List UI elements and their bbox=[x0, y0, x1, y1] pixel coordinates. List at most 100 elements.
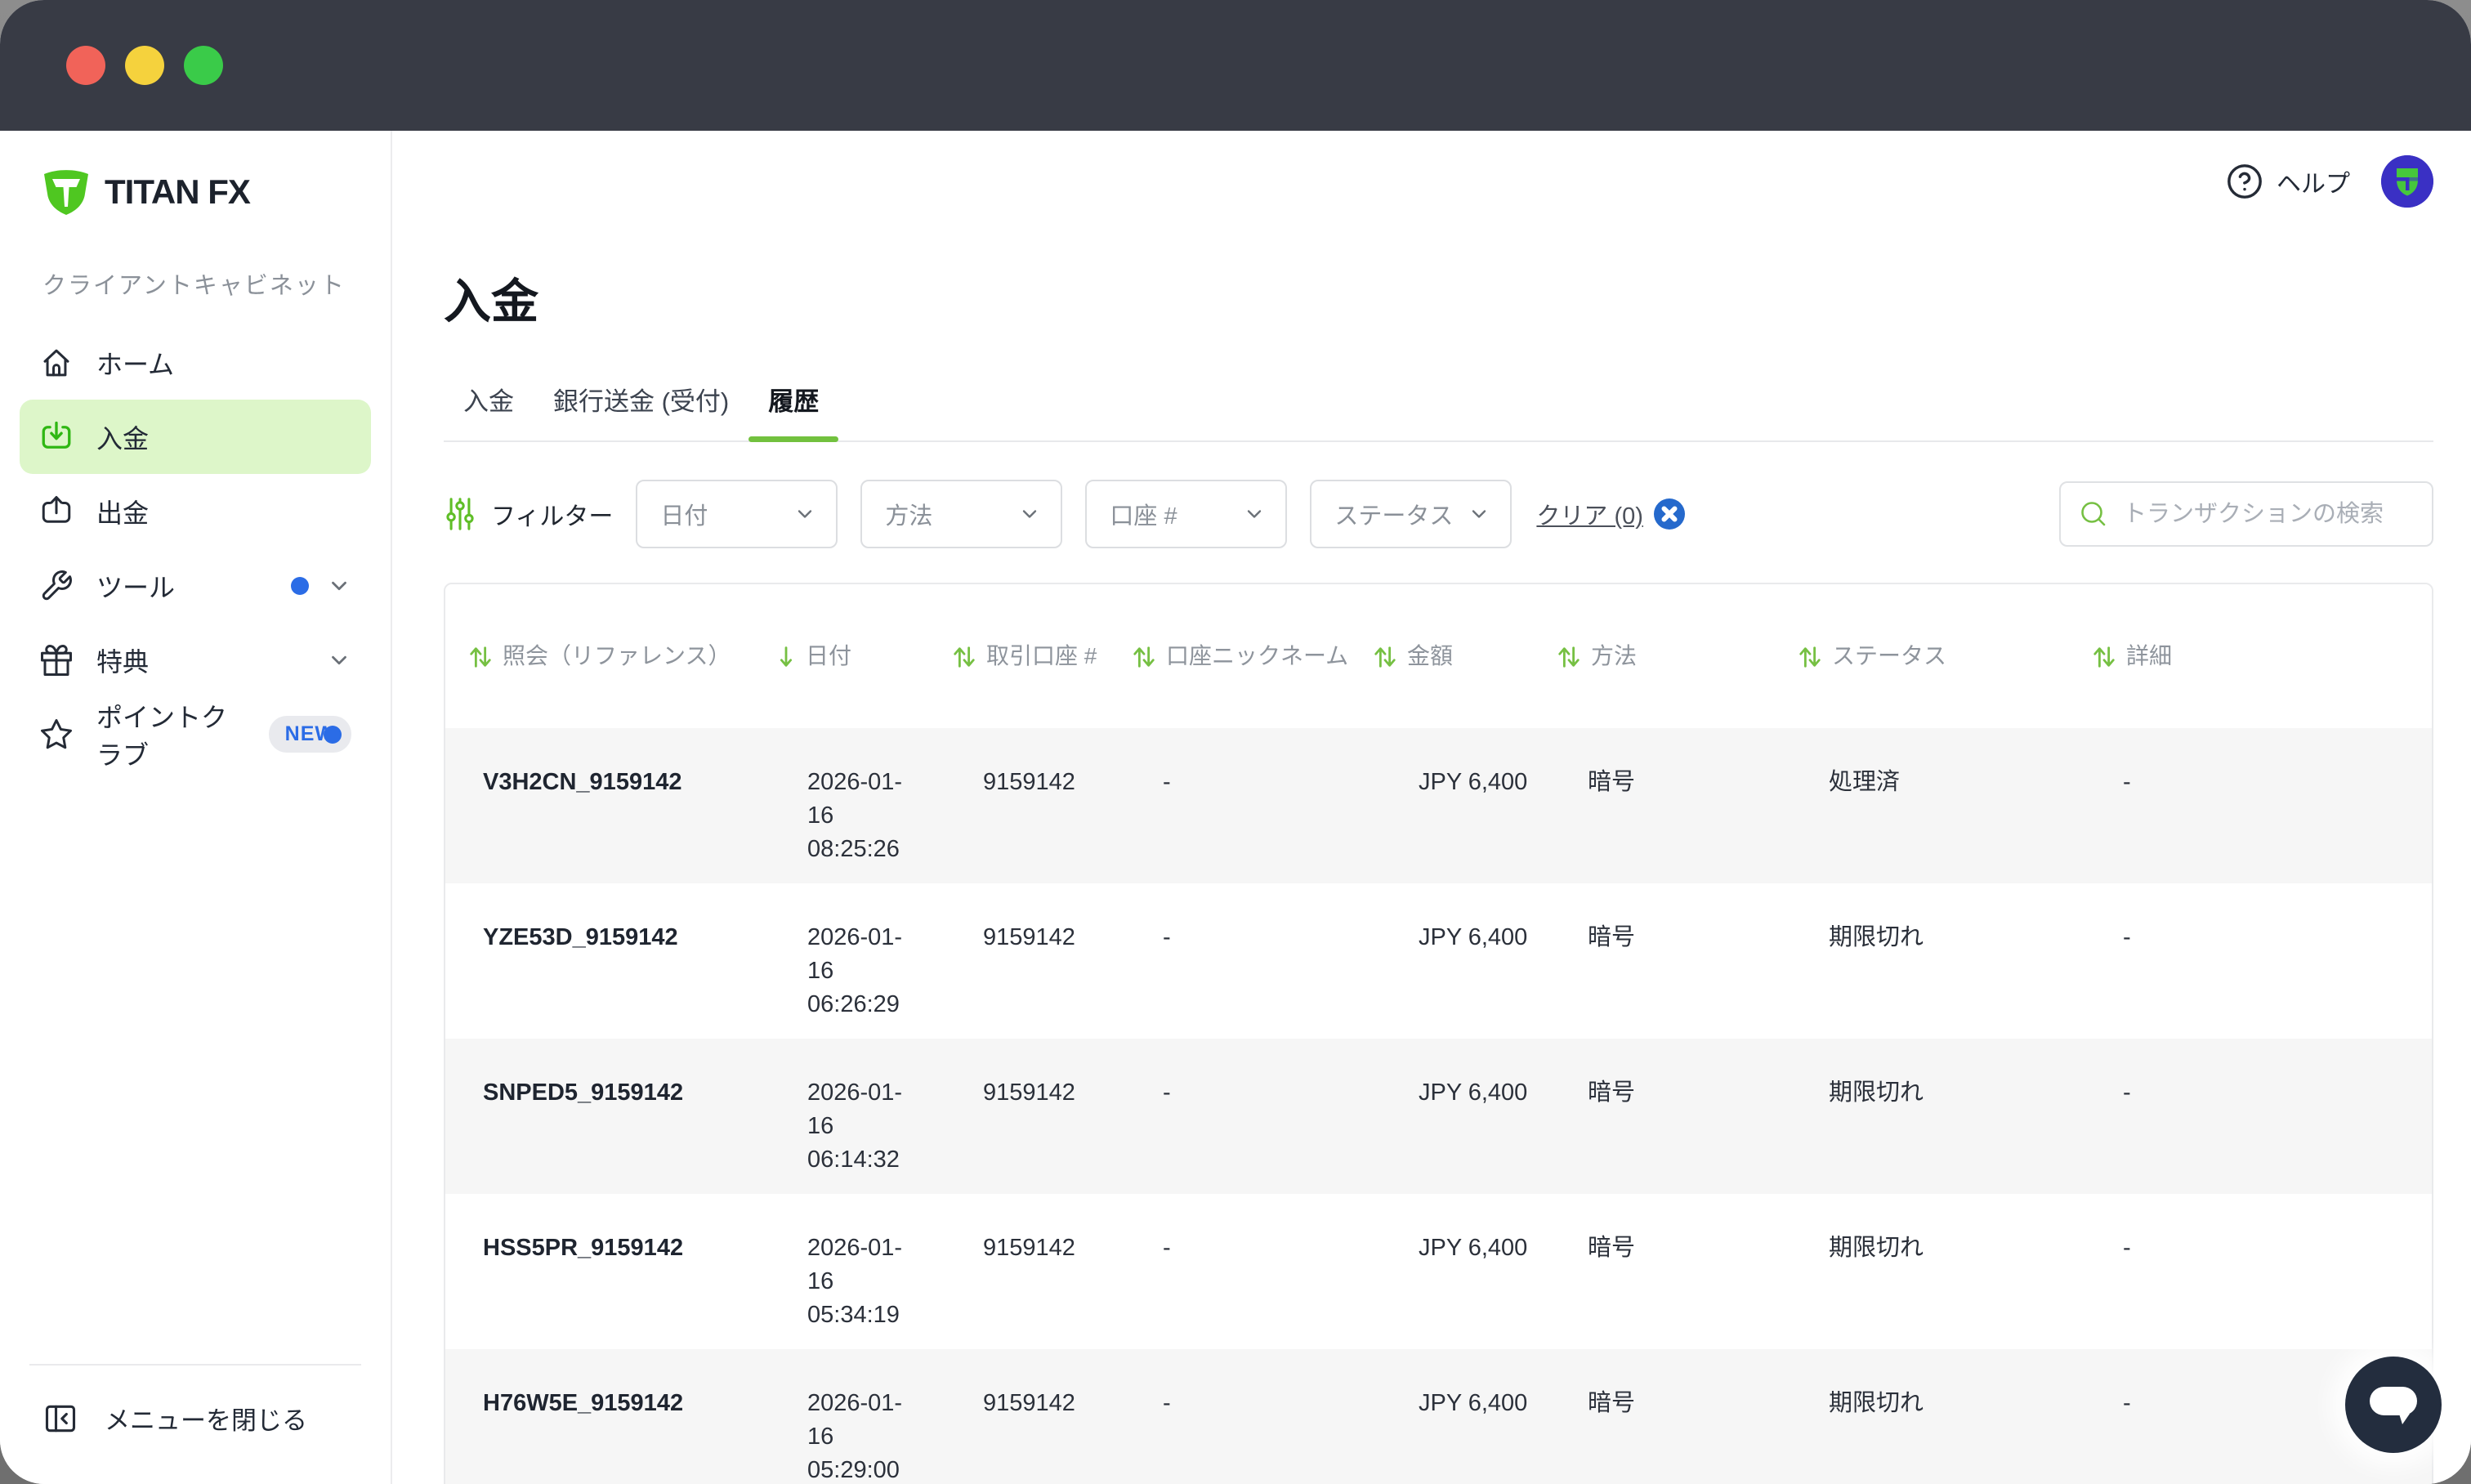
cell-nickname: - bbox=[1163, 769, 1171, 795]
sort-both-icon bbox=[1373, 644, 1397, 670]
close-menu-button[interactable]: メニューを閉じる bbox=[0, 1366, 391, 1437]
sidebar-nav: ホーム 入金 出金 ツール 特典 ポイントクラブ NEW bbox=[20, 325, 371, 771]
sort-both-icon bbox=[952, 644, 976, 670]
column-header-date[interactable]: 日付 bbox=[776, 584, 952, 728]
withdraw-icon bbox=[39, 494, 74, 529]
cell-nickname: - bbox=[1163, 1079, 1171, 1106]
gift-icon bbox=[39, 643, 74, 677]
search-icon bbox=[2079, 499, 2108, 529]
notification-dot bbox=[324, 725, 342, 744]
cell-amount: JPY 6,400 bbox=[1419, 1079, 1528, 1106]
sidebar-item-points-club[interactable]: ポイントクラブ NEW bbox=[20, 697, 371, 771]
filter-row: フィルター 日付 方法 口座 # ステータス クリア (0) トランザクションの… bbox=[444, 480, 2433, 548]
cell-nickname: - bbox=[1163, 924, 1171, 950]
sidebar-item-label: ポイントクラブ bbox=[96, 702, 228, 770]
wrench-icon bbox=[39, 569, 74, 603]
column-header-account-nickname[interactable]: 口座ニックネーム bbox=[1132, 584, 1373, 728]
filter-status-select[interactable]: ステータス bbox=[1310, 480, 1513, 548]
sort-desc-icon bbox=[776, 644, 796, 670]
avatar[interactable] bbox=[2381, 155, 2433, 208]
cell-account: 9159142 bbox=[983, 924, 1075, 950]
cell-amount: JPY 6,400 bbox=[1419, 924, 1528, 950]
cell-details: - bbox=[2123, 1235, 2131, 1261]
sort-both-icon bbox=[1132, 644, 1156, 670]
cell-details: - bbox=[2123, 1079, 2131, 1106]
filter-label: フィルター bbox=[444, 495, 613, 533]
deposit-icon bbox=[39, 420, 74, 454]
filter-account-select[interactable]: 口座 # bbox=[1085, 480, 1288, 548]
notification-dot bbox=[291, 576, 309, 595]
sidebar: TITAN FX クライアントキャビネット ホーム 入金 出金 ツール 特典 ポ… bbox=[0, 131, 392, 1484]
cell-status: 期限切れ bbox=[1829, 1390, 1924, 1416]
table-row: H76W5E_9159142 2026-01-16 05:29:00 91591… bbox=[445, 1349, 2432, 1484]
chevron-down-icon bbox=[327, 648, 351, 673]
titanfx-shield-icon bbox=[41, 168, 92, 216]
cell-amount: JPY 6,400 bbox=[1419, 1235, 1528, 1261]
chevron-down-icon bbox=[1468, 503, 1490, 525]
sidebar-item-label: ホーム bbox=[96, 349, 175, 379]
window-close-button[interactable] bbox=[66, 46, 105, 85]
cell-reference: H76W5E_9159142 bbox=[483, 1390, 684, 1416]
cell-date: 2026-01-16 06:26:29 bbox=[807, 924, 903, 1018]
sidebar-section-label: クライアントキャビネット bbox=[42, 273, 346, 299]
sort-both-icon bbox=[1798, 644, 1822, 670]
tab-bank-transfer[interactable]: 銀行送金 (受付) bbox=[534, 381, 748, 440]
filter-date-select[interactable]: 日付 bbox=[636, 480, 838, 548]
cell-details: - bbox=[2123, 924, 2131, 950]
column-header-method[interactable]: 方法 bbox=[1557, 584, 1798, 728]
tab-bar: 入金 銀行送金 (受付) 履歴 bbox=[444, 381, 2433, 442]
window-minimize-button[interactable] bbox=[125, 46, 164, 85]
cell-nickname: - bbox=[1163, 1235, 1171, 1261]
brand-logo[interactable]: TITAN FX bbox=[41, 168, 391, 216]
sidebar-item-home[interactable]: ホーム bbox=[20, 325, 371, 400]
collapse-sidebar-icon bbox=[42, 1401, 78, 1437]
column-header-trading-account[interactable]: 取引口座 # bbox=[952, 584, 1132, 728]
chevron-down-icon bbox=[327, 574, 351, 598]
chevron-down-icon bbox=[1018, 503, 1041, 525]
chat-widget-button[interactable] bbox=[2345, 1357, 2442, 1453]
sidebar-item-label: 特典 bbox=[96, 646, 150, 677]
sidebar-item-benefits[interactable]: 特典 bbox=[20, 623, 371, 697]
sliders-icon bbox=[444, 495, 476, 533]
help-label: ヘルプ bbox=[2277, 171, 2350, 198]
cell-method: 暗号 bbox=[1588, 1235, 1636, 1261]
column-header-reference[interactable]: 照会（リファレンス） bbox=[445, 584, 776, 728]
sidebar-item-deposit[interactable]: 入金 bbox=[20, 400, 371, 474]
sort-both-icon bbox=[1557, 644, 1581, 670]
sidebar-item-withdraw[interactable]: 出金 bbox=[20, 474, 371, 548]
cell-reference: YZE53D_9159142 bbox=[483, 924, 678, 950]
cell-date: 2026-01-16 05:34:19 bbox=[807, 1235, 903, 1329]
search-input[interactable] bbox=[2123, 500, 2431, 528]
cell-method: 暗号 bbox=[1588, 924, 1636, 950]
cell-status: 期限切れ bbox=[1829, 924, 1924, 950]
close-menu-label: メニューを閉じる bbox=[105, 1406, 307, 1435]
cell-method: 暗号 bbox=[1588, 1079, 1636, 1106]
sidebar-item-label: ツール bbox=[96, 572, 176, 602]
chat-bubble-icon bbox=[2366, 1381, 2420, 1428]
column-header-details[interactable]: 詳細 bbox=[2092, 584, 2432, 728]
app-window: TITAN FX クライアントキャビネット ホーム 入金 出金 ツール 特典 ポ… bbox=[0, 0, 2471, 1484]
sidebar-item-tools[interactable]: ツール bbox=[20, 548, 371, 623]
cell-account: 9159142 bbox=[983, 1235, 1075, 1261]
tab-history[interactable]: 履歴 bbox=[748, 381, 839, 442]
cell-account: 9159142 bbox=[983, 1079, 1075, 1106]
cell-status: 期限切れ bbox=[1829, 1235, 1924, 1261]
search-box bbox=[2059, 481, 2433, 547]
sort-both-icon bbox=[468, 644, 493, 670]
cell-reference: HSS5PR_9159142 bbox=[483, 1235, 684, 1261]
question-circle-icon bbox=[2226, 163, 2263, 200]
main-content: ヘルプ 入金 入金 銀行送金 (受付) 履歴 フィルター 日付 方法 口座 # … bbox=[392, 131, 2471, 1484]
column-header-status[interactable]: ステータス bbox=[1798, 584, 2092, 728]
filter-method-select[interactable]: 方法 bbox=[860, 480, 1063, 548]
cell-details: - bbox=[2123, 769, 2131, 795]
transactions-table: 照会（リファレンス） 日付 取引口座 # 口座ニックネーム 金額 方法 ステータ… bbox=[444, 583, 2433, 1484]
column-header-amount[interactable]: 金額 bbox=[1373, 584, 1557, 728]
cell-account: 9159142 bbox=[983, 1390, 1075, 1416]
table-row: SNPED5_9159142 2026-01-16 06:14:32 91591… bbox=[445, 1039, 2432, 1194]
clear-filters-button[interactable]: クリア (0) bbox=[1536, 497, 1686, 531]
sort-both-icon bbox=[2092, 644, 2116, 670]
cell-amount: JPY 6,400 bbox=[1419, 769, 1528, 795]
tab-deposit[interactable]: 入金 bbox=[444, 381, 534, 440]
help-button[interactable]: ヘルプ bbox=[2226, 163, 2350, 200]
window-zoom-button[interactable] bbox=[184, 46, 223, 85]
